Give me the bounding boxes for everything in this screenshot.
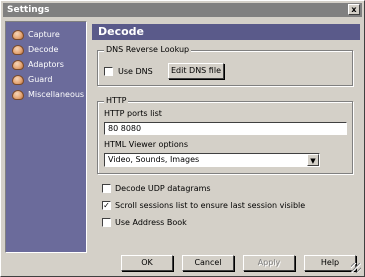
page-title: Decode <box>92 24 360 40</box>
sidebar-item-decode[interactable]: Decode <box>6 43 86 58</box>
close-button[interactable]: x <box>348 4 360 15</box>
ok-button[interactable]: OK <box>121 255 173 271</box>
sidebar-item-capture[interactable]: Capture <box>6 28 86 43</box>
address-book-checkbox[interactable] <box>102 218 111 227</box>
settings-category-icon <box>12 90 24 100</box>
scroll-sessions-label: Scroll sessions list to ensure last sess… <box>115 201 306 210</box>
settings-category-icon <box>12 45 24 55</box>
http-ports-input[interactable]: 80 8080 <box>104 122 347 135</box>
chevron-down-icon[interactable]: ▼ <box>307 154 319 166</box>
category-sidebar: Capture Decode Adaptors Guard Miscellane… <box>5 21 87 253</box>
html-viewer-select[interactable]: Video, Sounds, Images ▼ <box>104 153 320 167</box>
title-bar: Settings x <box>3 3 362 17</box>
html-viewer-label: HTML Viewer options <box>104 140 189 149</box>
scroll-sessions-checkbox[interactable]: ✓ <box>102 201 111 210</box>
apply-button[interactable]: Apply <box>243 255 295 271</box>
cancel-button[interactable]: Cancel <box>182 255 234 271</box>
close-icon: x <box>351 5 357 14</box>
use-dns-checkbox[interactable] <box>104 67 113 76</box>
address-book-label: Use Address Book <box>115 218 187 227</box>
dns-group-legend: DNS Reverse Lookup <box>104 45 192 55</box>
sidebar-item-label: Guard <box>28 75 53 84</box>
http-ports-label: HTTP ports list <box>104 109 162 118</box>
sidebar-item-guard[interactable]: Guard <box>6 73 86 88</box>
sidebar-item-miscellaneous[interactable]: Miscellaneous <box>6 88 86 103</box>
sidebar-item-label: Adaptors <box>28 60 64 69</box>
sidebar-item-label: Decode <box>28 45 59 54</box>
settings-window: Settings x Capture Decode Adaptors Guard… <box>0 0 365 277</box>
settings-category-icon <box>12 30 24 40</box>
resize-grip[interactable] <box>351 263 361 273</box>
use-dns-label: Use DNS <box>118 67 153 76</box>
window-title: Settings <box>7 5 50 15</box>
sidebar-item-label: Capture <box>28 30 60 39</box>
settings-category-icon <box>12 75 24 85</box>
html-viewer-value: Video, Sounds, Images <box>108 155 200 164</box>
http-group: HTTP HTTP ports list 80 8080 HTML Viewer… <box>97 96 353 174</box>
sidebar-item-adaptors[interactable]: Adaptors <box>6 58 86 73</box>
sidebar-item-label: Miscellaneous <box>28 90 85 99</box>
http-group-legend: HTTP <box>104 96 129 106</box>
dns-group: DNS Reverse Lookup Use DNS Edit DNS file <box>97 45 353 86</box>
help-button[interactable]: Help <box>304 255 356 271</box>
settings-category-icon <box>12 60 24 70</box>
edit-dns-file-button[interactable]: Edit DNS file <box>168 63 224 79</box>
decode-udp-checkbox[interactable] <box>102 184 111 193</box>
decode-udp-label: Decode UDP datagrams <box>115 184 211 193</box>
